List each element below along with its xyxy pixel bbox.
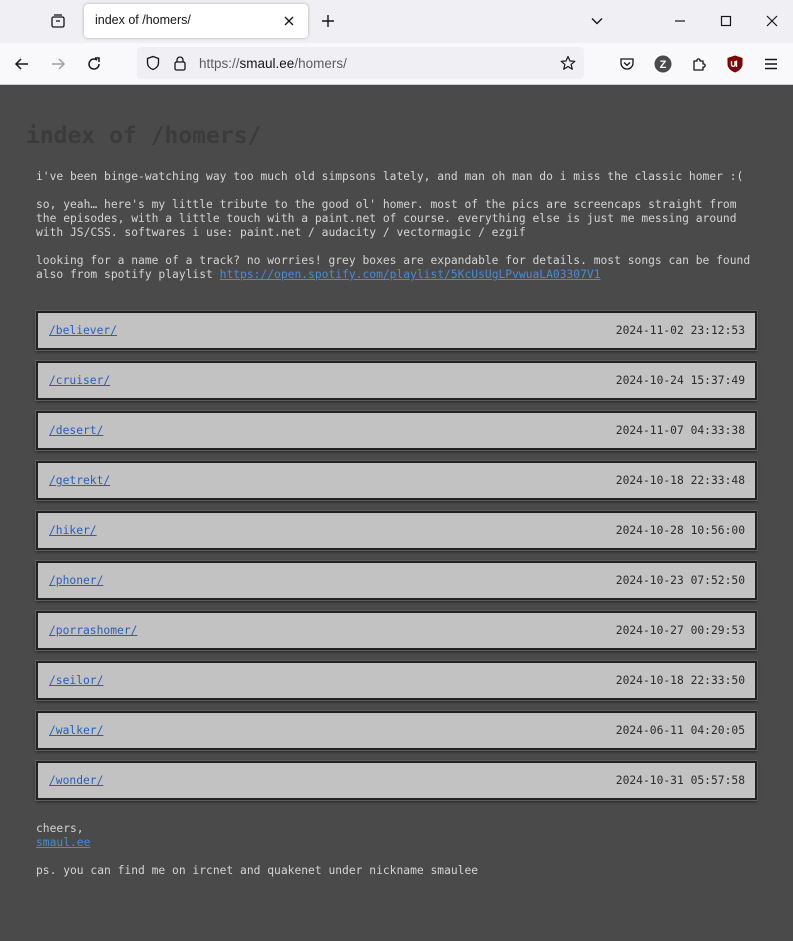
directory-row[interactable]: /wonder/ 2024-10-31 05:57:58 (36, 761, 757, 800)
directory-row[interactable]: /porrashomer/ 2024-10-27 00:29:53 (36, 611, 757, 650)
maximize-button[interactable] (706, 6, 746, 36)
directory-row[interactable]: /hiker/ 2024-10-28 10:56:00 (36, 511, 757, 550)
plus-icon (322, 15, 334, 27)
close-icon (284, 16, 294, 26)
extension-z-button[interactable]: Z (649, 50, 677, 78)
url-text[interactable]: https://smaul.ee/homers/ (199, 56, 347, 71)
directory-date: 2024-06-11 04:20:05 (615, 724, 745, 737)
ublock-origin-button[interactable] (721, 50, 749, 78)
about-line-1: so, yeah… here's my little tribute to th… (36, 198, 737, 211)
reload-button[interactable] (80, 50, 108, 78)
puzzle-icon (693, 58, 706, 71)
directory-date: 2024-11-07 04:33:38 (615, 424, 745, 437)
home-link[interactable]: smaul.ee (36, 836, 90, 849)
url-path: /homers/ (294, 56, 347, 71)
signoff-text: cheers, (36, 822, 84, 835)
tab-groups-icon (51, 14, 65, 28)
directory-date: 2024-11-02 23:12:53 (615, 324, 745, 337)
new-tab-button[interactable] (317, 10, 339, 32)
ps-text: ps. you can find me on ircnet and quaken… (36, 864, 479, 877)
about-line-3: with JS/CSS. softwares i use: paint.net … (36, 226, 526, 239)
tab-strip: index of /homers/ (0, 0, 793, 43)
lock-icon (174, 56, 186, 71)
active-tab[interactable]: index of /homers/ (84, 4, 308, 38)
extensions-button[interactable] (685, 50, 713, 78)
url-host: smaul.ee (239, 56, 295, 71)
spotify-playlist-link[interactable]: https://open.spotify.com/playlist/5KcUsU… (220, 268, 601, 281)
hamburger-menu-icon (765, 58, 777, 70)
page-title: index of /homers/ (26, 123, 262, 149)
directory-link[interactable]: /porrashomer/ (49, 624, 137, 637)
directory-link[interactable]: /cruiser/ (49, 374, 110, 387)
directory-row[interactable]: /getrekt/ 2024-10-18 22:33:48 (36, 461, 757, 500)
track-info-line-1: looking for a name of a track? no worrie… (36, 254, 751, 267)
directory-date: 2024-10-24 15:37:49 (615, 374, 745, 387)
arrow-left-icon (14, 58, 28, 70)
pocket-button[interactable] (613, 50, 641, 78)
extension-badge-icon: Z (654, 55, 672, 73)
directory-row[interactable]: /seilor/ 2024-10-18 22:33:50 (36, 661, 757, 700)
directory-link[interactable]: /seilor/ (49, 674, 103, 687)
directory-date: 2024-10-18 22:33:48 (615, 474, 745, 487)
about-line-2: the episodes, with a little touch with a… (36, 212, 737, 225)
directory-link[interactable]: /phoner/ (49, 574, 103, 587)
tab-list-button[interactable] (44, 8, 72, 34)
reload-icon (88, 57, 100, 70)
directory-date: 2024-10-23 07:52:50 (615, 574, 745, 587)
directory-link[interactable]: /desert/ (49, 424, 103, 437)
site-info-button[interactable] (171, 54, 189, 72)
track-info-prefix: also from spotify playlist (36, 268, 220, 281)
directory-row[interactable]: /believer/ 2024-11-02 23:12:53 (36, 311, 757, 350)
url-scheme: https:// (199, 56, 240, 71)
directory-date: 2024-10-27 00:29:53 (615, 624, 745, 637)
minimize-icon (675, 20, 685, 22)
shield-icon (146, 55, 160, 71)
directory-date: 2024-10-28 10:56:00 (615, 524, 745, 537)
ublock-shield-icon (727, 55, 743, 73)
extension-badge-letter: Z (660, 59, 667, 71)
list-all-tabs-button[interactable] (586, 10, 608, 32)
directory-link[interactable]: /believer/ (49, 324, 117, 337)
directory-row[interactable]: /desert/ 2024-11-07 04:33:38 (36, 411, 757, 450)
close-icon (766, 15, 778, 27)
directory-row[interactable]: /cruiser/ 2024-10-24 15:37:49 (36, 361, 757, 400)
track-info-line-2: also from spotify playlist https://open.… (36, 268, 601, 282)
forward-button[interactable] (44, 50, 72, 78)
directory-date: 2024-10-31 05:57:58 (615, 774, 745, 787)
window-close-button[interactable] (752, 6, 792, 36)
star-icon (560, 55, 576, 70)
tracking-protection-button[interactable] (144, 54, 162, 72)
directory-link[interactable]: /wonder/ (49, 774, 103, 787)
directory-date: 2024-10-18 22:33:50 (615, 674, 745, 687)
arrow-right-icon (52, 58, 66, 70)
pocket-icon (620, 58, 634, 70)
directory-link[interactable]: /walker/ (49, 724, 103, 737)
address-bar[interactable]: https://smaul.ee/homers/ (137, 47, 584, 79)
minimize-button[interactable] (660, 6, 700, 36)
tab-close-button[interactable] (280, 12, 298, 30)
tab-title: index of /homers/ (95, 13, 191, 27)
intro-text: i've been binge-watching way too much ol… (36, 170, 744, 183)
directory-row[interactable]: /walker/ 2024-06-11 04:20:05 (36, 711, 757, 750)
page-content: index of /homers/ i've been binge-watchi… (0, 85, 793, 941)
directory-link[interactable]: /getrekt/ (49, 474, 110, 487)
chevron-down-icon (591, 18, 603, 25)
back-button[interactable] (8, 50, 36, 78)
navigation-toolbar: https://smaul.ee/homers/ Z (0, 43, 793, 85)
directory-row[interactable]: /phoner/ 2024-10-23 07:52:50 (36, 561, 757, 600)
maximize-icon (720, 15, 732, 27)
bookmark-star-button[interactable] (559, 54, 577, 72)
directory-link[interactable]: /hiker/ (49, 524, 97, 537)
signoff-link-line: smaul.ee (36, 836, 90, 850)
menu-button[interactable] (757, 50, 785, 78)
